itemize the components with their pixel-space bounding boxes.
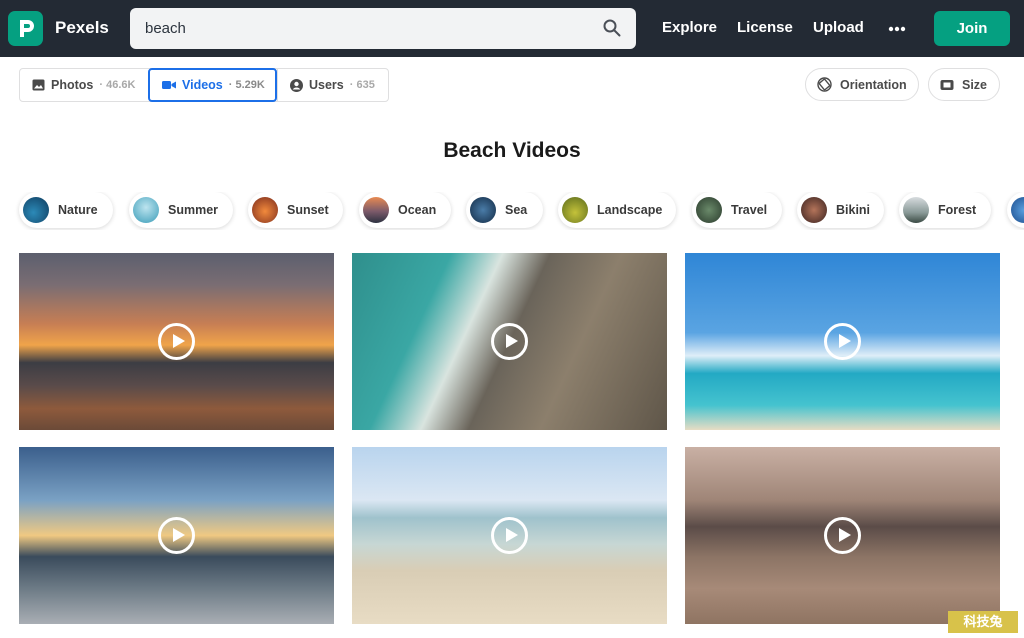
chip-thumbnail [903, 197, 929, 223]
tab-videos-label: Videos [182, 78, 223, 92]
video-camera-icon [162, 81, 176, 89]
tab-users[interactable]: Users · 635 [277, 69, 389, 101]
category-chips: Nature Summer Sunset Ocean Sea Landscape… [0, 192, 1024, 230]
join-button[interactable]: Join [934, 11, 1010, 46]
tab-photos-count: · 46.6K [99, 79, 136, 91]
nav-license[interactable]: License [737, 19, 793, 36]
play-icon[interactable] [824, 323, 861, 360]
size-icon [940, 79, 954, 90]
chip-summer[interactable]: Summer [129, 192, 233, 228]
tab-users-label: Users [309, 78, 344, 92]
chip-forest[interactable]: Forest [899, 192, 991, 228]
tab-photos[interactable]: Photos · 46.6K [20, 69, 148, 101]
chip-thumbnail [133, 197, 159, 223]
chip-sea[interactable]: Sea [466, 192, 543, 228]
chip-thumbnail [23, 197, 49, 223]
chip-thumbnail [252, 197, 278, 223]
top-navbar: Pexels beach Explore License Upload Join [0, 0, 1024, 57]
orientation-filter-button[interactable]: Orientation [805, 68, 919, 101]
nav-explore[interactable]: Explore [662, 19, 717, 36]
watermark: 科技兔 [948, 611, 1018, 633]
tab-videos[interactable]: Videos · 5.29K [148, 68, 277, 102]
image-icon [32, 79, 45, 91]
page-title: Beach Videos [443, 139, 581, 162]
play-icon[interactable] [824, 517, 861, 554]
chip-thumbnail [696, 197, 722, 223]
chip-thumbnail [801, 197, 827, 223]
search-bar[interactable]: beach [130, 8, 636, 49]
chip-label: Travel [731, 203, 768, 217]
chip-label: Sunset [287, 203, 329, 217]
chip-nature[interactable]: Nature [19, 192, 113, 228]
orientation-label: Orientation [840, 77, 907, 92]
size-filter-button[interactable]: Size [928, 68, 1000, 101]
chip-label: Ocean [398, 203, 437, 217]
chip-label: Forest [938, 203, 977, 217]
play-icon[interactable] [491, 323, 528, 360]
video-tile[interactable] [19, 447, 334, 624]
chip-landscape[interactable]: Landscape [558, 192, 676, 228]
orientation-icon [817, 77, 832, 92]
chip-ocean[interactable]: Ocean [359, 192, 451, 228]
chip-partial[interactable] [1007, 192, 1024, 228]
play-icon[interactable] [158, 323, 195, 360]
nav-upload[interactable]: Upload [813, 19, 864, 36]
chip-label: Nature [58, 203, 98, 217]
chip-label: Summer [168, 203, 219, 217]
play-icon[interactable] [158, 517, 195, 554]
chip-sunset[interactable]: Sunset [248, 192, 343, 228]
more-icon[interactable] [888, 26, 906, 32]
brand-name[interactable]: Pexels [55, 18, 109, 38]
search-icon[interactable] [603, 19, 621, 37]
video-tile[interactable] [352, 447, 667, 624]
media-type-tabs: Photos · 46.6K Videos · 5.29K Users · 63… [19, 68, 389, 102]
chip-label: Bikini [836, 203, 871, 217]
tab-users-count: · 635 [349, 79, 375, 91]
chip-thumbnail [1011, 197, 1024, 223]
search-input[interactable]: beach [145, 20, 186, 37]
size-label: Size [962, 77, 988, 92]
video-tile[interactable] [19, 253, 334, 430]
chip-label: Sea [505, 203, 528, 217]
user-icon [290, 78, 303, 92]
pexels-logo-icon[interactable] [8, 11, 43, 46]
video-tile[interactable] [685, 253, 1000, 430]
chip-thumbnail [470, 197, 496, 223]
tab-videos-count: · 5.29K [228, 79, 265, 91]
chip-thumbnail [562, 197, 588, 223]
chip-bikini[interactable]: Bikini [797, 192, 884, 228]
video-tile[interactable] [685, 447, 1000, 624]
play-icon[interactable] [491, 517, 528, 554]
chip-travel[interactable]: Travel [692, 192, 782, 228]
chip-thumbnail [363, 197, 389, 223]
chip-label: Landscape [597, 203, 663, 217]
video-tile[interactable] [352, 253, 667, 430]
tab-photos-label: Photos [51, 78, 94, 92]
